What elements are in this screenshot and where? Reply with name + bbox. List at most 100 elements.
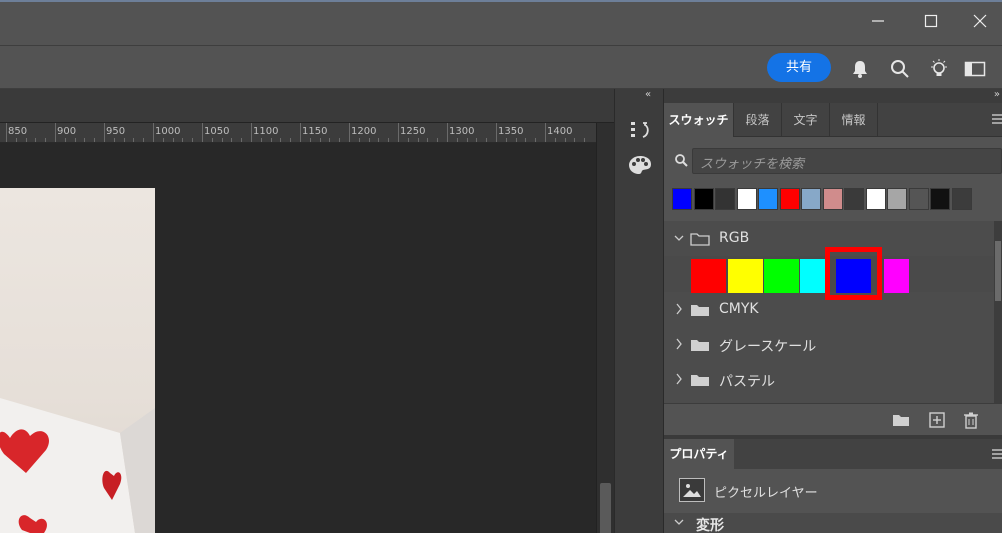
- transform-section[interactable]: 変形: [664, 513, 1002, 533]
- layer-type-row: ピクセルレイヤー: [664, 469, 1002, 513]
- group-label-grayscale: グレースケール: [719, 339, 817, 355]
- recent-swatch[interactable]: [758, 188, 778, 210]
- close-icon: [973, 14, 987, 28]
- new-group-icon[interactable]: [892, 411, 910, 429]
- swatch-red[interactable]: [691, 259, 726, 293]
- ruler-tick: [55, 123, 56, 142]
- minimize-button[interactable]: [858, 8, 898, 34]
- ruler-label: 1350: [498, 126, 524, 137]
- ruler-minor-tick: [378, 138, 380, 142]
- maximize-button[interactable]: [911, 8, 951, 34]
- ruler-minor-tick: [172, 138, 174, 142]
- recent-swatch[interactable]: [951, 188, 972, 210]
- recent-swatch[interactable]: [908, 188, 929, 210]
- recent-swatch[interactable]: [715, 188, 735, 210]
- canvas-image[interactable]: [0, 188, 155, 533]
- ruler-minor-tick: [231, 138, 233, 142]
- tab-paragraph[interactable]: 段落: [734, 103, 782, 137]
- folder-icon: [690, 233, 710, 246]
- scrollbar-thumb[interactable]: [600, 483, 611, 533]
- ruler-label: 1100: [253, 126, 279, 137]
- recent-swatch[interactable]: [844, 188, 864, 210]
- tab-character[interactable]: 文字: [782, 103, 830, 137]
- swatch-list-scrollbar[interactable]: [994, 221, 1002, 403]
- maximize-icon: [924, 14, 938, 28]
- history-icon[interactable]: [629, 119, 651, 141]
- ruler-label: 1150: [302, 126, 328, 137]
- chevron-down-icon[interactable]: [674, 517, 684, 529]
- ruler-minor-tick: [427, 138, 429, 142]
- recent-swatch[interactable]: [887, 188, 907, 210]
- properties-menu-icon[interactable]: [992, 448, 1002, 464]
- swatch-cyan[interactable]: [800, 259, 826, 293]
- recent-swatch[interactable]: [801, 188, 821, 210]
- ruler-minor-tick: [329, 138, 331, 142]
- title-bar: [0, 0, 1002, 44]
- panel-menu-icon[interactable]: [992, 113, 1002, 129]
- swatch-green[interactable]: [764, 259, 799, 293]
- group-row-pastel[interactable]: パステル: [664, 362, 994, 397]
- search-placeholder: スウォッチを検索: [700, 157, 805, 172]
- workspace-icon[interactable]: [964, 58, 986, 80]
- recent-swatch[interactable]: [865, 188, 886, 210]
- tab-swatches[interactable]: スウォッチ: [664, 103, 734, 137]
- ruler-minor-tick: [290, 138, 292, 142]
- ruler-minor-tick: [15, 138, 17, 142]
- ruler-tick: [251, 123, 252, 142]
- ruler-minor-tick: [358, 138, 360, 142]
- chevron-right-icon[interactable]: [674, 302, 684, 316]
- recent-swatch[interactable]: [822, 188, 843, 210]
- group-label-rgb: RGB: [719, 230, 750, 246]
- ruler-minor-tick: [417, 138, 419, 142]
- document-tab-strip: [0, 89, 614, 123]
- recent-swatch[interactable]: [736, 188, 757, 210]
- scrollbar-thumb[interactable]: [995, 241, 1001, 301]
- chevron-down-icon[interactable]: [674, 231, 684, 245]
- swatch-yellow[interactable]: [728, 259, 763, 293]
- ruler-minor-tick: [368, 138, 370, 142]
- recent-swatch[interactable]: [672, 188, 692, 210]
- chevron-right-icon[interactable]: [674, 372, 684, 386]
- search-icon[interactable]: [889, 58, 911, 80]
- ruler-minor-tick: [486, 138, 488, 142]
- recent-swatch[interactable]: [930, 188, 950, 210]
- chevron-right-icon[interactable]: [674, 337, 684, 351]
- ruler-minor-tick: [564, 138, 566, 142]
- collapse-left-icon[interactable]: «: [645, 89, 651, 100]
- ruler-minor-tick: [584, 138, 586, 142]
- recent-swatch[interactable]: [693, 188, 714, 210]
- palette-icon[interactable]: [628, 154, 652, 176]
- ruler-minor-tick: [280, 138, 282, 142]
- options-bar: 共有: [0, 45, 1002, 89]
- ruler-minor-tick: [241, 138, 243, 142]
- close-button[interactable]: [960, 8, 1000, 34]
- swatch-magenta[interactable]: [884, 259, 909, 293]
- swatch-search-input[interactable]: スウォッチを検索: [692, 148, 1002, 174]
- new-swatch-icon[interactable]: [928, 411, 946, 429]
- ruler-label: 1400: [547, 126, 573, 137]
- ruler-minor-tick: [45, 138, 47, 142]
- ruler-label: 1300: [449, 126, 475, 137]
- lightbulb-icon[interactable]: [928, 58, 950, 80]
- swatch-footer: [664, 403, 1002, 435]
- folder-icon: [691, 375, 709, 386]
- share-button[interactable]: 共有: [767, 53, 831, 82]
- trash-icon[interactable]: [962, 411, 980, 429]
- ruler-minor-tick: [388, 138, 390, 142]
- bell-icon[interactable]: [849, 58, 871, 80]
- recent-swatch[interactable]: [779, 188, 800, 210]
- group-label-cmyk: CMYK: [719, 301, 759, 317]
- ruler-minor-tick: [74, 138, 76, 142]
- group-row-grayscale[interactable]: グレースケール: [664, 327, 994, 362]
- ruler-minor-tick: [143, 138, 145, 142]
- group-row-cmyk[interactable]: CMYK: [664, 292, 994, 327]
- collapse-right-icon[interactable]: »: [994, 89, 1000, 100]
- ruler-minor-tick: [113, 138, 115, 142]
- collapsed-panel-strip: «: [614, 89, 664, 533]
- vertical-scrollbar[interactable]: [596, 123, 614, 533]
- ruler-minor-tick: [133, 138, 135, 142]
- tab-properties[interactable]: プロパティ: [664, 439, 734, 469]
- tab-info[interactable]: 情報: [830, 103, 878, 137]
- ruler-label: 1250: [400, 126, 426, 137]
- layer-type-label: ピクセルレイヤー: [714, 486, 818, 501]
